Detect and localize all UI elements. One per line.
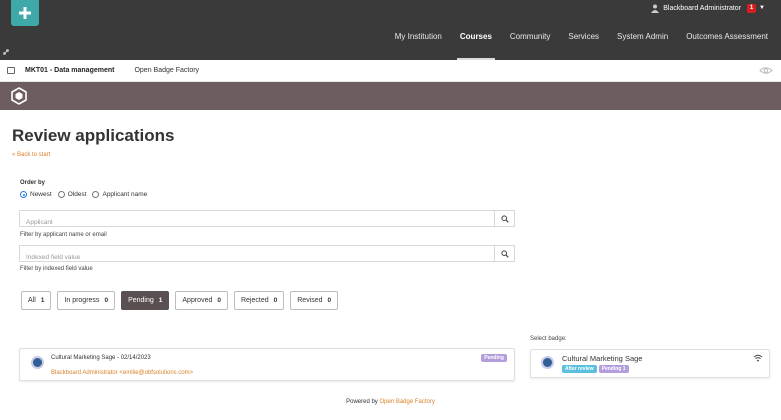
application-applicant[interactable]: Blackboard Administrator <emilie@obfsolu…	[51, 370, 193, 376]
applicant-filter-help: Filter by applicant name or email	[20, 232, 107, 238]
link-icon[interactable]	[3, 49, 9, 57]
breadcrumb-page: Open Badge Factory	[134, 67, 200, 74]
notification-badge[interactable]: 1	[747, 3, 757, 13]
filter-rejected-button[interactable]: Rejected 0	[233, 291, 285, 310]
course-menu-icon[interactable]	[7, 67, 15, 74]
filter-count: 1	[158, 297, 163, 304]
filter-label: All	[28, 297, 36, 304]
search-icon	[500, 249, 509, 258]
after-review-tag: After review	[562, 365, 597, 373]
filter-in-progress-button[interactable]: In progress 0	[57, 291, 116, 310]
caret-down-icon[interactable]: ▼	[759, 5, 765, 11]
user-name: Blackboard Administrator	[663, 4, 742, 12]
filter-all-button[interactable]: All 1	[21, 291, 52, 310]
indexed-search-button[interactable]	[494, 246, 514, 261]
footer-prefix: Powered by	[346, 399, 380, 405]
open-badge-factory-logo-icon	[11, 87, 27, 105]
select-badge-label: Select badge:	[530, 336, 567, 342]
order-applicant-name-label: Applicant name	[102, 191, 148, 198]
applicant-filter-field	[19, 210, 515, 230]
order-by-label: Order by	[20, 180, 46, 186]
filter-count: 0	[273, 297, 278, 304]
nav-community[interactable]: Community	[501, 26, 559, 60]
plus-logo-icon[interactable]	[11, 0, 39, 26]
breadcrumb-course[interactable]: MKT01 - Data management	[25, 67, 114, 74]
nav-services[interactable]: Services	[559, 26, 608, 60]
filter-count: 0	[217, 297, 221, 304]
main-nav: My Institution Courses Community Service…	[386, 26, 777, 60]
search-icon	[500, 214, 509, 223]
nav-outcomes-assessment[interactable]: Outcomes Assessment	[677, 26, 777, 60]
application-title: Cultural Marketing Sage - 02/14/2023	[51, 355, 151, 361]
status-filter-group: All 1 In progress 0 Pending 1 Approved 0…	[21, 291, 344, 310]
order-newest-radio[interactable]: Newest	[20, 191, 52, 198]
applicant-input[interactable]	[20, 215, 495, 230]
open-badge-factory-link[interactable]: Open Badge Factory	[379, 399, 434, 405]
filter-label: Revised	[297, 297, 323, 304]
filter-revised-button[interactable]: Revised 0	[290, 291, 339, 310]
order-oldest-label: Oldest	[67, 191, 87, 198]
radio-dot[interactable]	[20, 191, 27, 198]
application-card[interactable]: Cultural Marketing Sage - 02/14/2023 Bla…	[19, 348, 515, 381]
obf-banner	[0, 82, 781, 110]
indexed-field-input[interactable]	[20, 250, 495, 265]
breadcrumb: MKT01 - Data management Open Badge Facto…	[0, 60, 781, 82]
indexed-filter-help: Filter by indexed field value	[20, 266, 93, 272]
user-menu[interactable]: Blackboard Administrator 1 ▼	[651, 2, 765, 14]
footer: Powered by Open Badge Factory	[0, 399, 781, 405]
nav-system-admin[interactable]: System Admin	[608, 26, 677, 60]
order-newest-label: Newest	[30, 191, 52, 198]
badge-tags: After review Pending 1	[562, 365, 631, 373]
filter-pending-button[interactable]: Pending 1	[121, 291, 170, 310]
order-oldest-radio[interactable]: Oldest	[57, 191, 87, 198]
badge-image-icon	[31, 356, 44, 369]
wifi-icon	[753, 354, 763, 362]
eye-icon[interactable]	[759, 66, 773, 75]
applicant-search-button[interactable]	[494, 211, 514, 226]
filter-count: 0	[104, 297, 109, 304]
back-to-start-link[interactable]: « Back to start	[12, 152, 50, 158]
badge-name: Cultural Marketing Sage	[562, 354, 643, 363]
radio-dot[interactable]	[57, 191, 65, 198]
filter-approved-button[interactable]: Approved 0	[175, 291, 228, 310]
filter-label: Pending	[128, 297, 154, 304]
radio-dot[interactable]	[92, 191, 100, 198]
status-badge: Pending	[481, 354, 507, 362]
indexed-filter-field	[19, 245, 515, 265]
nav-courses[interactable]: Courses	[451, 26, 501, 60]
pending-tag: Pending 1	[598, 365, 629, 373]
filter-label: Approved	[182, 297, 213, 304]
filter-count: 1	[40, 297, 45, 304]
user-icon	[651, 4, 660, 13]
order-by-options: Newest Oldest Applicant name	[20, 191, 153, 198]
top-header: Blackboard Administrator 1 ▼ My Institut…	[0, 0, 781, 60]
nav-my-institution[interactable]: My Institution	[386, 26, 451, 60]
badge-image-icon	[541, 356, 554, 369]
filter-label: In progress	[64, 297, 100, 304]
order-applicant-name-radio[interactable]: Applicant name	[92, 191, 147, 198]
filter-count: 0	[327, 297, 332, 304]
filter-label: Rejected	[240, 297, 269, 304]
page-title: Review applications	[12, 126, 175, 145]
badge-card[interactable]: Cultural Marketing Sage After review Pen…	[530, 349, 770, 378]
